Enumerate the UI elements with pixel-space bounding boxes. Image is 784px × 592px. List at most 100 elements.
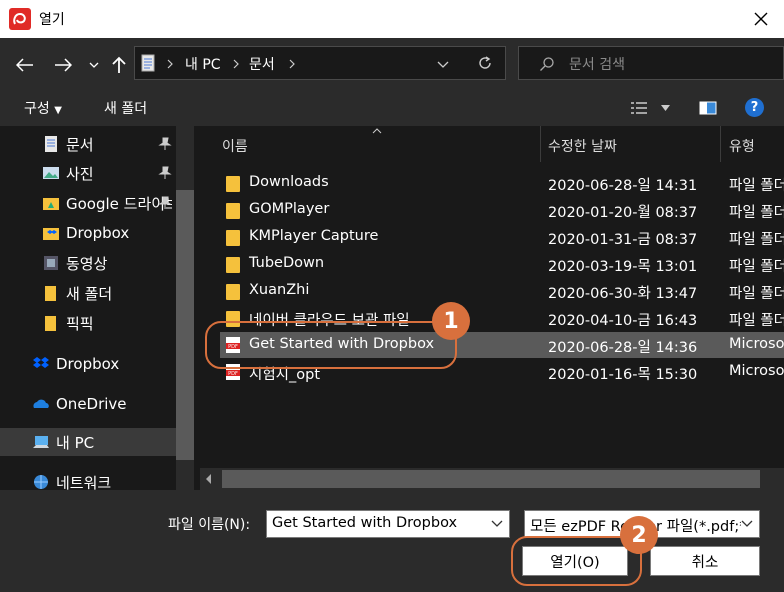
sidebar-item-label: Dropbox bbox=[66, 224, 130, 242]
file-type: 파일 폴더 bbox=[729, 232, 784, 248]
column-header-type[interactable]: 유형 bbox=[729, 128, 755, 164]
preview-pane-icon[interactable] bbox=[699, 101, 717, 115]
sort-ascending-icon bbox=[372, 128, 382, 134]
help-button[interactable]: ? bbox=[745, 98, 764, 117]
breadcrumb-pc[interactable]: 내 PC bbox=[185, 54, 221, 74]
address-bar[interactable]: 내 PC 문서 bbox=[134, 46, 506, 80]
horizontal-scrollbar-thumb[interactable] bbox=[222, 470, 760, 488]
file-type: Microsoft Edge PDF bbox=[729, 336, 784, 352]
folder-icon bbox=[45, 286, 56, 301]
dropbox-icon bbox=[33, 357, 49, 368]
file-row-kmplayer-capture[interactable]: KMPlayer Capture 2020-01-31-금 08:37 파일 폴… bbox=[220, 224, 784, 250]
file-type: 파일 폴더 bbox=[729, 286, 784, 302]
column-header-name[interactable]: 이름 bbox=[222, 128, 248, 164]
organize-button[interactable]: 구성 ▼ bbox=[24, 98, 62, 118]
file-row-tubedown[interactable]: TubeDown 2020-03-19-목 13:01 파일 폴더 bbox=[220, 251, 784, 277]
document-icon bbox=[141, 54, 155, 72]
chevron-down-icon[interactable] bbox=[491, 520, 503, 527]
filename-input[interactable]: Get Started with Dropbox bbox=[266, 510, 510, 538]
file-name: Downloads bbox=[249, 174, 329, 190]
app-icon bbox=[9, 8, 31, 30]
sidebar-item-label: Google 드라이브 bbox=[66, 194, 172, 213]
sidebar-section-network[interactable]: 네트워크 bbox=[32, 468, 111, 490]
cancel-button[interactable]: 취소 bbox=[650, 546, 760, 576]
sidebar-item-new-folder[interactable]: 새 폴더 bbox=[42, 279, 112, 307]
pin-icon[interactable] bbox=[158, 166, 172, 180]
file-type: 파일 폴더 bbox=[729, 259, 784, 275]
folder-icon bbox=[226, 230, 240, 246]
column-header-modified[interactable]: 수정한 날짜 bbox=[548, 128, 617, 164]
new-folder-button[interactable]: 새 폴더 bbox=[104, 98, 147, 118]
search-input[interactable]: 문서 검색 bbox=[518, 46, 784, 80]
chevron-down-icon[interactable] bbox=[437, 61, 449, 68]
step-badge-2: 2 bbox=[620, 516, 658, 554]
sidebar-item-label: 네트워크 bbox=[56, 473, 112, 491]
file-modified: 2020-01-31-금 08:37 bbox=[548, 232, 698, 248]
command-bar: 구성 ▼ 새 폴더 ? bbox=[0, 88, 784, 126]
refresh-icon[interactable] bbox=[477, 55, 493, 71]
pin-icon[interactable] bbox=[158, 137, 172, 151]
chevron-right-icon bbox=[167, 59, 173, 69]
file-modified: 2020-06-30-화 13:47 bbox=[548, 286, 698, 302]
file-modified: 2020-06-28-일 14:31 bbox=[548, 178, 698, 194]
sidebar-item-label: OneDrive bbox=[56, 395, 127, 413]
caret-down-icon[interactable] bbox=[661, 105, 670, 111]
sidebar-item-label: 픽픽 bbox=[66, 314, 94, 333]
folder-icon bbox=[226, 284, 240, 300]
window-title: 열기 bbox=[39, 12, 65, 28]
file-type: Microsoft Edge PDF bbox=[729, 363, 784, 379]
column-separator[interactable] bbox=[720, 126, 721, 162]
recent-locations-button[interactable] bbox=[84, 52, 104, 78]
column-separator[interactable] bbox=[540, 126, 541, 162]
chevron-right-icon bbox=[233, 59, 239, 69]
sidebar-item-label: 사진 bbox=[66, 164, 94, 183]
search-icon bbox=[540, 57, 554, 71]
caret-down-icon: ▼ bbox=[54, 105, 62, 116]
file-row-xuanzhi[interactable]: XuanZhi 2020-06-30-화 13:47 파일 폴더 bbox=[220, 278, 784, 304]
filename-value: Get Started with Dropbox bbox=[272, 515, 458, 531]
file-name: TubeDown bbox=[249, 255, 325, 271]
file-modified: 2020-06-28-일 14:36 bbox=[548, 340, 698, 356]
pin-icon[interactable] bbox=[158, 196, 172, 210]
scroll-left-icon[interactable] bbox=[206, 474, 212, 484]
breadcrumb-documents[interactable]: 문서 bbox=[249, 54, 275, 74]
svg-text:PDF: PDF bbox=[228, 371, 238, 377]
folder-icon bbox=[226, 176, 240, 192]
folder-icon bbox=[226, 203, 240, 219]
sidebar-section-onedrive[interactable]: OneDrive bbox=[32, 390, 127, 418]
step-badge-1: 1 bbox=[432, 302, 470, 340]
sidebar-scrollbar-thumb[interactable] bbox=[176, 190, 194, 460]
file-list: 이름 수정한 날짜 유형 Downloads 2020-06-28-일 14:3… bbox=[200, 126, 784, 490]
file-type: 파일 폴더 bbox=[729, 178, 784, 194]
file-name: GOMPlayer bbox=[249, 201, 330, 217]
arrow-up-icon bbox=[112, 56, 126, 73]
close-button[interactable] bbox=[738, 0, 784, 38]
sidebar-item-google-drive[interactable]: Google 드라이브 bbox=[42, 189, 172, 217]
sidebar-item-documents[interactable]: 문서 bbox=[42, 130, 94, 158]
chevron-down-icon[interactable] bbox=[741, 520, 753, 527]
file-modified: 2020-03-19-목 13:01 bbox=[548, 259, 698, 275]
dialog-footer bbox=[0, 490, 784, 592]
file-type: 파일 폴더 bbox=[729, 313, 784, 329]
search-placeholder: 문서 검색 bbox=[569, 57, 625, 73]
forward-button[interactable] bbox=[50, 52, 76, 78]
file-row-downloads[interactable]: Downloads 2020-06-28-일 14:31 파일 폴더 bbox=[220, 170, 784, 196]
sidebar-item-picpick[interactable]: 픽픽 bbox=[42, 309, 94, 337]
document-icon bbox=[45, 136, 57, 152]
back-button[interactable] bbox=[12, 52, 38, 78]
sidebar-section-dropbox[interactable]: Dropbox bbox=[32, 350, 119, 378]
view-options-icon[interactable] bbox=[630, 101, 648, 115]
network-icon bbox=[34, 475, 48, 489]
sidebar-item-pictures[interactable]: 사진 bbox=[42, 159, 94, 187]
sidebar-section-this-pc[interactable]: 내 PC bbox=[0, 428, 176, 456]
file-modified: 2020-04-10-금 16:43 bbox=[548, 313, 698, 329]
sidebar-item-dropbox[interactable]: Dropbox bbox=[42, 219, 129, 247]
up-button[interactable] bbox=[108, 52, 130, 78]
google-drive-icon bbox=[43, 198, 59, 210]
picture-icon bbox=[43, 167, 59, 179]
title-bar: 열기 bbox=[0, 0, 784, 38]
folder-icon bbox=[226, 257, 240, 273]
navigation-pane: 문서 사진 Google 드라이브 Dropbox 동영상 새 폴더 픽픽 Dr… bbox=[0, 126, 200, 490]
sidebar-item-videos[interactable]: 동영상 bbox=[42, 249, 107, 277]
file-row-gomplayer[interactable]: GOMPlayer 2020-01-20-월 08:37 파일 폴더 bbox=[220, 197, 784, 223]
